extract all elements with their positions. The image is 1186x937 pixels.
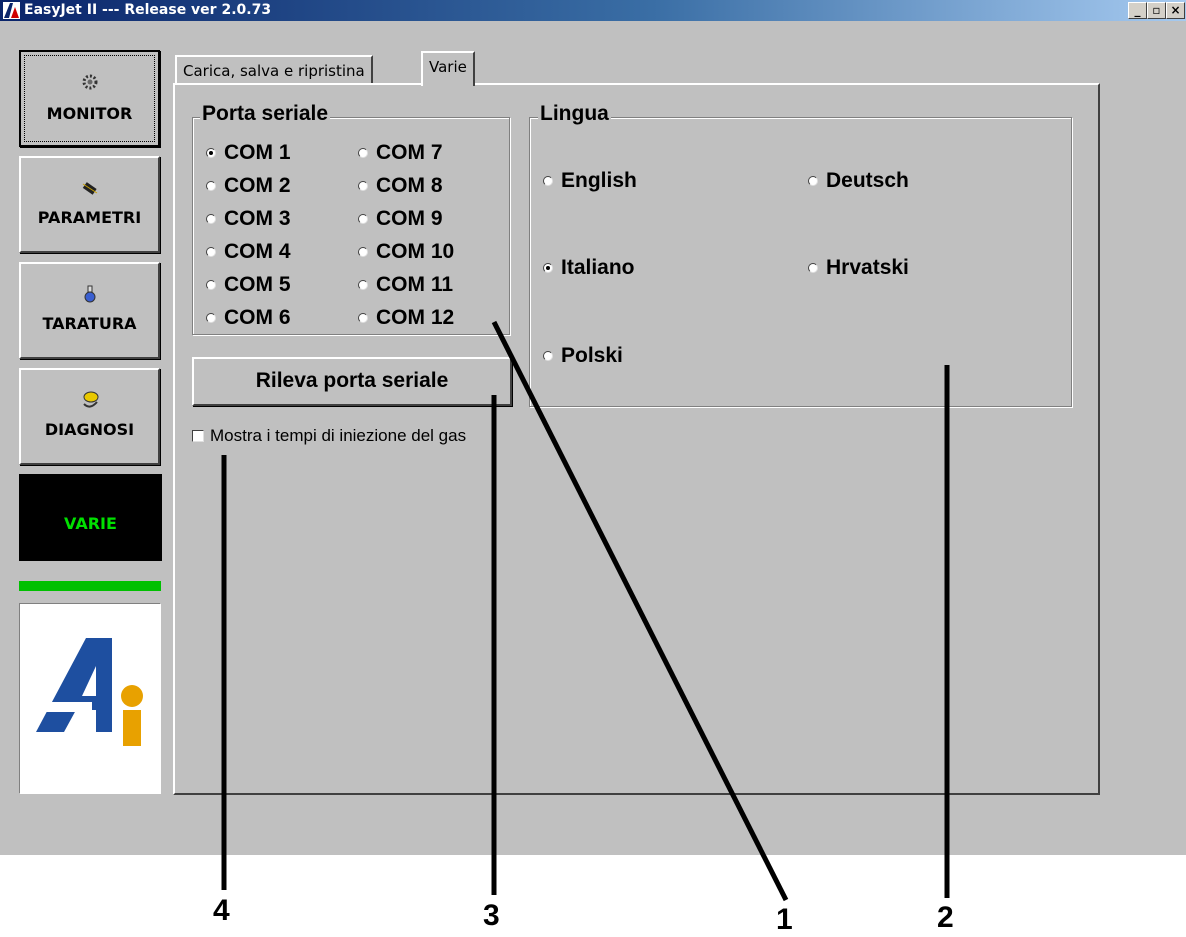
callout-number-4: 4 xyxy=(213,894,230,927)
callout-number-2: 2 xyxy=(937,901,954,934)
callout-number-1: 1 xyxy=(776,903,793,936)
callout-line-1 xyxy=(491,320,789,902)
callout-number-3: 3 xyxy=(483,899,500,932)
callout-lines xyxy=(221,320,950,902)
tab-varie[interactable]: Varie xyxy=(421,51,475,86)
